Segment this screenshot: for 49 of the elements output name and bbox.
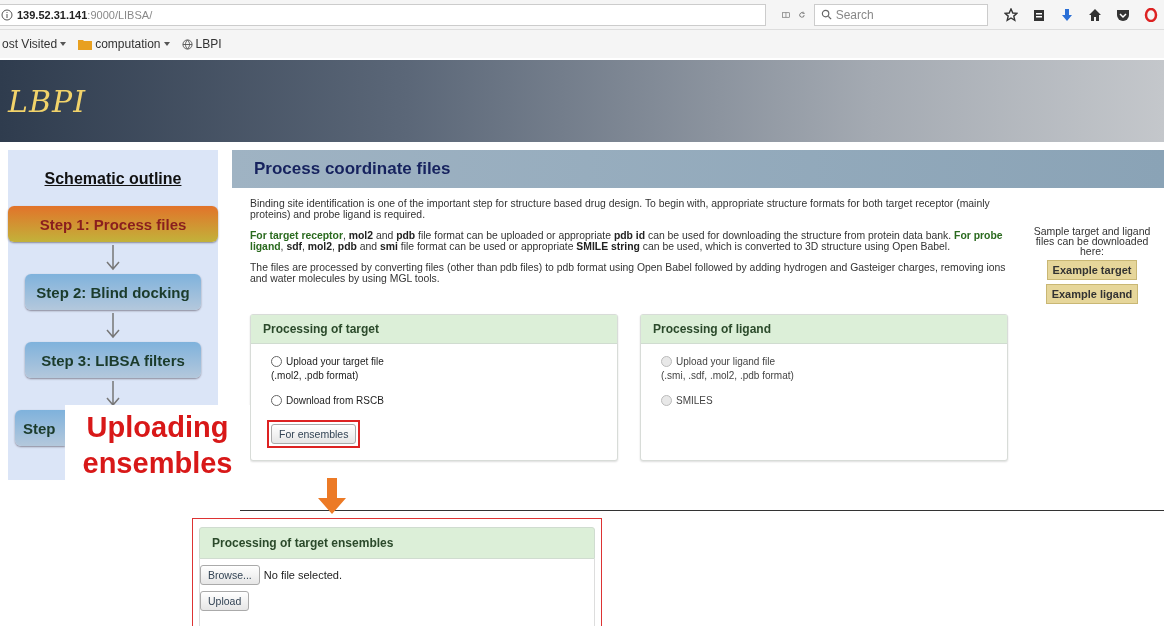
home-icon[interactable] [1088, 7, 1102, 22]
search-field[interactable]: Search [813, 3, 988, 26]
clipboard-icon[interactable] [1032, 7, 1046, 22]
option-label: Upload your ligand file [676, 356, 775, 367]
section-title: Process coordinate files [232, 150, 1164, 188]
info-icon [1, 8, 13, 21]
sample-note: Sample target and ligand files can be downloaded here: [1032, 226, 1152, 256]
option-label: Upload your target file [286, 356, 384, 367]
file-status: No file selected. [263, 569, 343, 581]
format-hint: (.smi, .sdf, .mol2, .pdb format) [661, 370, 795, 381]
bookmark[interactable]: ost Visited [2, 37, 67, 51]
site-logo[interactable]: LBPI [8, 83, 86, 119]
example-button[interactable]: Example ligand [1045, 284, 1139, 304]
option-label: SMILES [676, 395, 713, 406]
folder-icon [78, 38, 93, 50]
ensembles-button[interactable]: For ensembles [271, 424, 357, 444]
download-icon[interactable] [1060, 7, 1074, 22]
panel-title: Processing of target ensembles [199, 527, 595, 559]
down-arrow-icon [106, 313, 120, 339]
ring-icon[interactable] [1144, 7, 1158, 22]
radio-button[interactable] [271, 395, 282, 406]
browse-button[interactable]: Browse... [200, 565, 260, 585]
upload-button[interactable]: Upload [200, 591, 250, 611]
down-arrow-icon [106, 381, 120, 407]
option-label: Download from RSCB [286, 395, 384, 406]
search-icon [820, 9, 832, 20]
format-hint: (.mol2, .pdb format) [271, 370, 360, 381]
sidebar-title: Schematic outline [44, 170, 182, 188]
bookmark[interactable]: LBPI [181, 37, 222, 51]
radio-button[interactable] [271, 356, 282, 367]
down-arrow-icon [318, 478, 346, 514]
url-field[interactable]: 139.52.31.141:9000/LIBSA/ [0, 3, 766, 26]
step-button[interactable]: Step 1: Process files [8, 206, 218, 242]
star-icon[interactable] [1004, 7, 1018, 22]
caret-icon [60, 42, 67, 46]
globe-icon [181, 38, 193, 50]
step-button[interactable]: Step [15, 410, 65, 446]
description-paragraph: The files are processed by converting files (other than pdb files) to pdb format using Open Babel followed by adding hydrogen and Gasteiger charges, removing ions and water molecules by using MGL tools. [250, 262, 1007, 284]
bookmark[interactable]: computation [78, 37, 170, 51]
pocket-icon[interactable] [1116, 7, 1130, 22]
example-button[interactable]: Example target [1046, 260, 1138, 280]
panel-title: Processing of target [251, 315, 617, 344]
panel-title: Processing of ligand [641, 315, 1007, 344]
description-paragraph: Binding site identification is one of the important step for structure based drug design. To begin with, appropriate structure formats for both target receptor (mainly proteins) and probe ligand is required. [250, 198, 991, 220]
description-paragraph: For target receptor, mol2 and pdb file format can be uploaded or appropriate pdb id can be used for downloading the structure from protein data bank. For probe ligand, sdf, mol2, pdb and smi file format can be used or appropriate SMILE string can be used, which is converted to 3D structure using Open Babel. [250, 230, 1004, 252]
step-button[interactable]: Step 2: Blind docking [25, 274, 201, 310]
caret-icon [163, 42, 170, 46]
step-button[interactable]: Step 3: LIBSA filters [25, 342, 201, 378]
down-arrow-icon [106, 245, 120, 271]
